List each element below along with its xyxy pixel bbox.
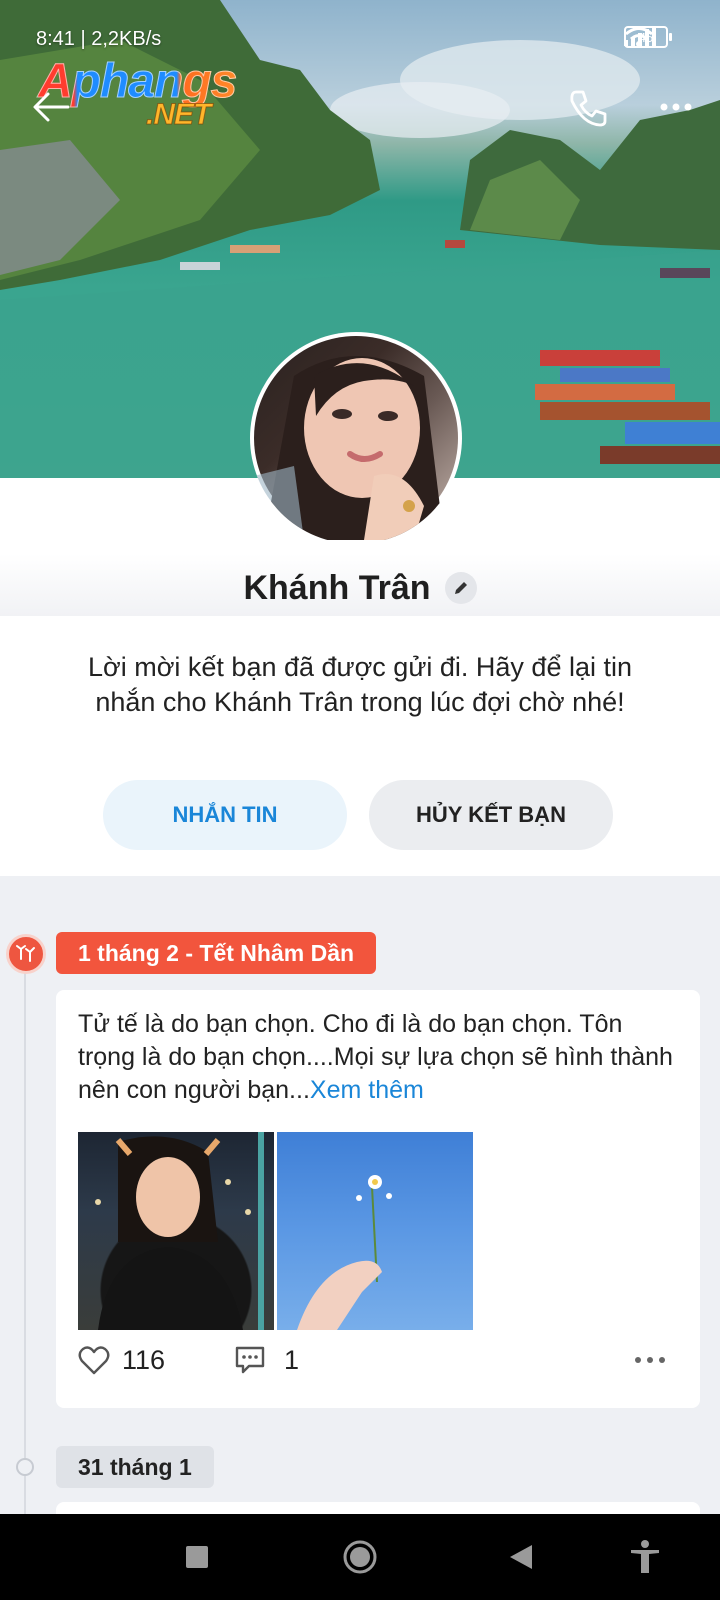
event-label: 1 tháng 2 - Tết Nhâm Dần	[56, 932, 377, 974]
back-nav-button[interactable]	[498, 1534, 544, 1580]
accessibility-button[interactable]	[622, 1534, 668, 1580]
system-navigation-bar	[0, 1514, 720, 1600]
profile-name: Khánh Trân	[243, 568, 431, 607]
heart-icon	[78, 1346, 110, 1375]
status-icons: 45	[624, 26, 672, 48]
see-more-link[interactable]: Xem thêm	[310, 1076, 424, 1104]
more-horizontal-icon	[660, 103, 692, 111]
home-button[interactable]	[337, 1534, 383, 1580]
more-horizontal-icon	[635, 1357, 665, 1363]
back-button[interactable]	[32, 90, 72, 124]
date-label: 31 tháng 1	[56, 1446, 214, 1488]
friend-request-message: Lời mời kết bạn đã được gửi đi. Hãy để l…	[87, 652, 632, 717]
profile-avatar[interactable]	[250, 332, 462, 544]
battery-icon: 45	[624, 26, 672, 48]
post-actions: 116 1	[78, 1338, 678, 1382]
post-photo-flower[interactable]	[277, 1132, 473, 1330]
friend-request-panel: Lời mời kết bạn đã được gửi đi. Hãy để l…	[0, 616, 720, 876]
call-button[interactable]	[566, 86, 610, 130]
like-button[interactable]: 116	[78, 1338, 165, 1382]
comment-button[interactable]: 1	[234, 1338, 299, 1382]
phone-icon	[570, 90, 607, 127]
edit-name-button[interactable]	[444, 572, 477, 604]
like-count: 116	[122, 1344, 166, 1375]
status-time: 8:41 | 2,2KB/s	[36, 28, 162, 50]
avatar-photo	[254, 336, 458, 540]
more-options-button[interactable]	[656, 92, 696, 122]
comment-icon	[235, 1346, 265, 1374]
profile-name-row: Khánh Trân	[0, 562, 720, 614]
square-icon	[186, 1546, 208, 1568]
post-text: Tử tế là do bạn chọn. Cho đi là do bạn c…	[78, 1008, 678, 1107]
timeline-node	[16, 1458, 34, 1476]
recent-apps-button[interactable]	[174, 1534, 220, 1580]
home-circle-icon	[343, 1540, 377, 1574]
post-more-button[interactable]	[632, 1348, 668, 1372]
fireworks-icon	[6, 934, 46, 974]
accessibility-icon	[631, 1540, 659, 1573]
avatar-portrait-image	[254, 356, 444, 540]
flower-image	[297, 1175, 392, 1330]
selfie-image	[95, 1132, 264, 1330]
triangle-back-icon	[510, 1545, 532, 1569]
fireworks-glyph	[16, 945, 35, 962]
arrow-left-icon	[33, 92, 70, 122]
cancel-friend-request-button[interactable]: HỦY KẾT BẠN	[369, 780, 613, 850]
post-card: Tử tế là do bạn chọn. Cho đi là do bạn c…	[56, 990, 700, 1408]
timeline-line	[24, 960, 26, 1520]
post-photo-selfie[interactable]	[78, 1132, 274, 1330]
comment-count: 1	[284, 1344, 300, 1375]
message-button[interactable]: NHẮN TIN	[103, 780, 347, 850]
pencil-icon	[454, 582, 467, 594]
